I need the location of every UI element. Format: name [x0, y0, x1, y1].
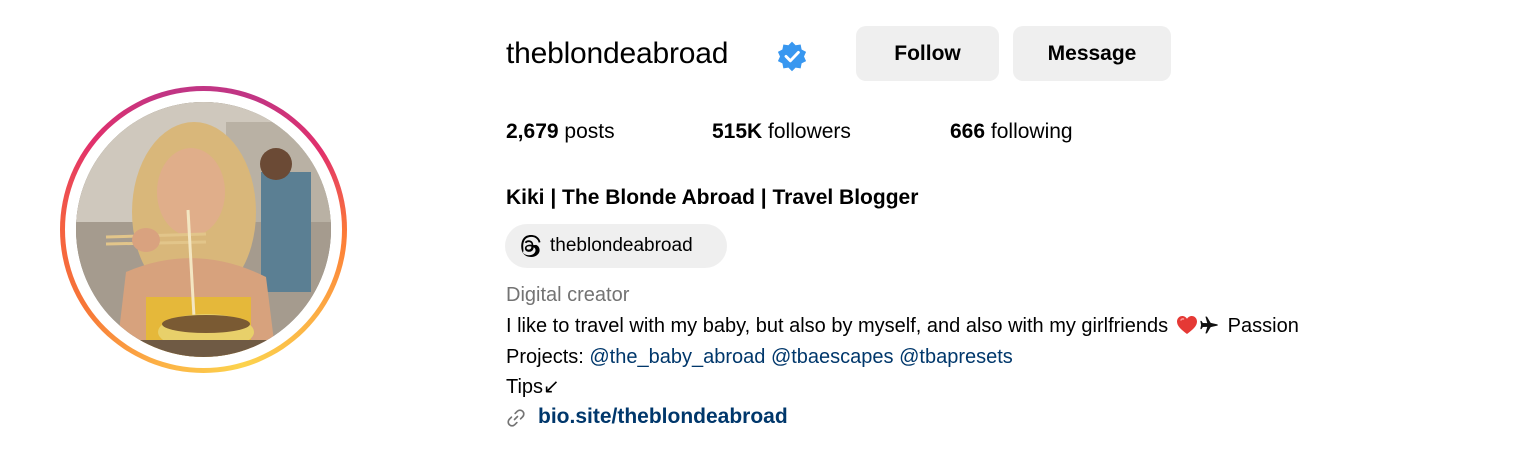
profile-full-name: Kiki | The Blonde Abroad | Travel Blogge…: [506, 186, 919, 209]
avatar-story-ring[interactable]: [60, 86, 347, 373]
airplane-emoji-icon: [1200, 316, 1218, 334]
bio-line-2: Projects: @the_baby_abroad @tbaescapes @…: [506, 343, 1013, 371]
avatar-photo: [76, 102, 331, 357]
follow-button[interactable]: Follow: [856, 26, 999, 81]
bio-projects-prefix: Projects:: [506, 346, 584, 368]
following-count: 666: [950, 120, 986, 143]
mention-link[interactable]: @tbaescapes: [771, 346, 894, 368]
following-label: following: [990, 120, 1073, 143]
mention-link[interactable]: @the_baby_abroad: [589, 346, 765, 368]
threads-icon: [521, 235, 541, 257]
followers-count: 515K: [712, 120, 763, 143]
profile-username: theblondeabroad: [506, 37, 729, 70]
link-icon: [507, 409, 525, 427]
mention-link[interactable]: @tbapresets: [899, 346, 1013, 368]
profile-category: Digital creator: [506, 284, 630, 306]
bio-text: I like to travel with my baby, but also …: [506, 315, 1169, 337]
bio-line-1: I like to travel with my baby, but also …: [506, 312, 1299, 340]
threads-handle: theblondeabroad: [550, 235, 693, 256]
posts-label: posts: [564, 120, 615, 143]
following-stat[interactable]: 666 following: [950, 118, 1073, 146]
bio-text-suffix: Passion: [1227, 315, 1299, 337]
followers-label: followers: [768, 120, 851, 143]
external-link[interactable]: bio.site/theblondeabroad: [538, 403, 788, 431]
posts-stat[interactable]: 2,679 posts: [506, 118, 615, 146]
verified-badge-icon: [777, 41, 807, 72]
avatar[interactable]: [76, 102, 331, 357]
message-button[interactable]: Message: [1013, 26, 1171, 81]
bio-line-3: Tips↙: [506, 376, 560, 398]
posts-count: 2,679: [506, 120, 559, 143]
red-heart-emoji-icon: [1176, 316, 1197, 334]
followers-stat[interactable]: 515K followers: [712, 118, 851, 146]
threads-badge-button[interactable]: theblondeabroad: [505, 224, 727, 268]
